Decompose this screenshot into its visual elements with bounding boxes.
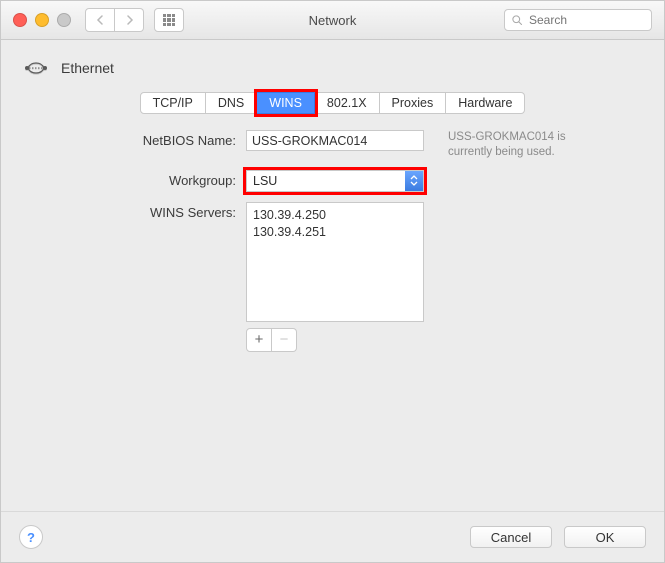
workgroup-combo[interactable]: LSU: [246, 170, 424, 192]
close-window-button[interactable]: [13, 13, 27, 27]
add-server-button[interactable]: +: [246, 328, 272, 352]
window: Network Ethernet TCP/IP DNS: [0, 0, 665, 563]
tab-bar: TCP/IP DNS WINS 802.1X Proxies Hardware: [1, 88, 664, 128]
footer: ? Cancel OK: [1, 511, 664, 562]
chevron-left-icon: [96, 15, 105, 25]
help-button[interactable]: ?: [19, 525, 43, 549]
back-button[interactable]: [85, 8, 115, 32]
show-all-button[interactable]: [154, 8, 184, 32]
help-icon: ?: [27, 530, 35, 545]
tab-wins[interactable]: WINS: [257, 92, 315, 114]
cancel-button[interactable]: Cancel: [470, 526, 552, 548]
search-field[interactable]: [504, 9, 652, 31]
zoom-window-button: [57, 13, 71, 27]
traffic-lights: [1, 13, 71, 27]
forward-button[interactable]: [115, 8, 144, 32]
search-input[interactable]: [527, 12, 645, 28]
tab-tcpip[interactable]: TCP/IP: [140, 92, 206, 114]
netbios-label: NetBIOS Name:: [41, 130, 246, 160]
body: Ethernet TCP/IP DNS WINS 802.1X Proxies …: [1, 40, 664, 562]
workgroup-value: LSU: [247, 174, 405, 188]
minimize-window-button[interactable]: [35, 13, 49, 27]
tab-hardware[interactable]: Hardware: [446, 92, 525, 114]
search-icon: [511, 14, 523, 26]
combo-arrows-icon: [405, 171, 423, 191]
add-remove-buttons: + −: [246, 328, 436, 352]
grid-icon: [163, 14, 175, 26]
ethernet-icon: [21, 56, 51, 80]
ok-button[interactable]: OK: [564, 526, 646, 548]
tab-proxies[interactable]: Proxies: [380, 92, 447, 114]
row-wins-servers: WINS Servers: 130.39.4.250 130.39.4.251 …: [41, 202, 624, 352]
list-item[interactable]: 130.39.4.250: [253, 207, 417, 225]
wins-servers-list[interactable]: 130.39.4.250 130.39.4.251: [246, 202, 424, 322]
row-workgroup: Workgroup: LSU: [41, 170, 624, 192]
wins-servers-label: WINS Servers:: [41, 202, 246, 220]
netbios-hint: USS-GROKMAC014 is currently being used.: [436, 130, 598, 160]
header-row: Ethernet: [1, 40, 664, 88]
list-item[interactable]: 130.39.4.251: [253, 224, 417, 242]
form: NetBIOS Name: USS-GROKMAC014 is currentl…: [1, 128, 664, 372]
interface-label: Ethernet: [61, 60, 114, 76]
tab-8021x[interactable]: 802.1X: [315, 92, 380, 114]
chevron-right-icon: [125, 15, 134, 25]
netbios-input[interactable]: [246, 130, 424, 151]
workgroup-label: Workgroup:: [41, 170, 246, 192]
tab-dns[interactable]: DNS: [206, 92, 257, 114]
nav-buttons: [85, 8, 144, 32]
titlebar: Network: [1, 1, 664, 40]
remove-server-button: −: [272, 328, 297, 352]
row-netbios: NetBIOS Name: USS-GROKMAC014 is currentl…: [41, 130, 624, 160]
